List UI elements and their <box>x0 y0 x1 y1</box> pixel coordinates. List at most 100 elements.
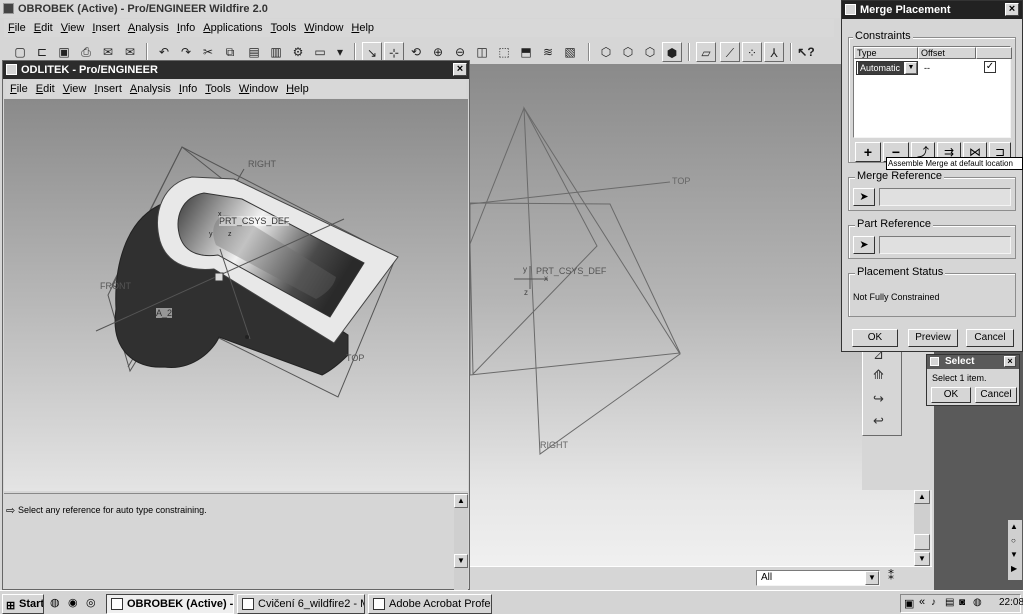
menu-file[interactable]: File <box>10 80 28 98</box>
cut-icon[interactable]: ✂ <box>198 42 218 62</box>
chevron-down-icon[interactable]: ▼ <box>865 571 879 585</box>
menu-file[interactable]: File <box>8 19 26 37</box>
quick-launch-media-icon[interactable]: ◉ <box>68 596 78 609</box>
menu-applications[interactable]: Applications <box>203 19 262 37</box>
undo-icon[interactable]: ↶ <box>154 42 174 62</box>
ok-button[interactable]: OK <box>852 329 898 347</box>
orient-icon[interactable]: ⟲ <box>406 42 426 62</box>
traffic-icon[interactable]: ⁑ <box>888 569 894 583</box>
scroll-up-arrow[interactable]: ▲ <box>1010 522 1018 531</box>
menu-tools[interactable]: Tools <box>271 19 297 37</box>
scroll-up-arrow[interactable]: ▲ <box>914 490 930 504</box>
dropdown-icon[interactable]: ▾ <box>332 42 348 62</box>
context-help-icon[interactable]: ↖? <box>796 42 816 62</box>
message-scrollbar[interactable]: ▲ ▼ <box>454 494 468 590</box>
menu-analysis[interactable]: Analysis <box>130 80 171 98</box>
menu-window[interactable]: Window <box>239 80 278 98</box>
layers-icon[interactable]: ≋ <box>538 42 558 62</box>
cancel-button[interactable]: Cancel <box>966 329 1014 347</box>
open-icon[interactable]: ⊏ <box>32 42 52 62</box>
menu-info[interactable]: Info <box>179 80 197 98</box>
tray-clock[interactable]: 22:08 <box>999 597 1023 608</box>
task-obrobek[interactable]: OBROBEK (Active) - Pr... <box>106 594 234 614</box>
scroll-down-arrow[interactable]: ▼ <box>914 552 930 566</box>
scroll-up-arrow[interactable]: ▲ <box>454 494 468 508</box>
menu-edit[interactable]: Edit <box>34 19 53 37</box>
close-icon[interactable]: × <box>1004 356 1016 367</box>
no-hidden-icon[interactable]: ⬡ <box>640 42 660 62</box>
menu-help[interactable]: Help <box>351 19 374 37</box>
menu-tools[interactable]: Tools <box>205 80 231 98</box>
email-icon[interactable]: ✉ <box>98 42 118 62</box>
main-graphics-area[interactable]: TOP RIGHT PRT_CSYS_DEF y x z <box>470 64 862 490</box>
datum-point-tool-icon[interactable]: ↩ <box>873 413 884 429</box>
tray-security-icon[interactable]: ◙ <box>959 597 965 608</box>
select-cancel-button[interactable]: Cancel <box>975 387 1017 403</box>
redo-icon[interactable]: ↷ <box>176 42 196 62</box>
email-link-icon[interactable]: ✉ <box>120 42 140 62</box>
print-icon[interactable]: ⎙ <box>76 42 96 62</box>
saved-views-icon[interactable]: ⬒ <box>516 42 536 62</box>
new-icon[interactable]: ▢ <box>10 42 30 62</box>
tray-update-icon[interactable]: ◍ <box>973 597 982 608</box>
view-manager-icon[interactable]: ▧ <box>560 42 580 62</box>
column-header-type[interactable]: Type <box>854 47 918 59</box>
chevron-down-icon[interactable]: ▼ <box>905 62 917 74</box>
menu-view[interactable]: View <box>63 80 87 98</box>
hidden-line-icon[interactable]: ⬡ <box>618 42 638 62</box>
merge-reference-field[interactable] <box>879 188 1011 206</box>
merge-placement-title-bar[interactable]: Merge Placement × <box>842 1 1022 19</box>
menu-view[interactable]: View <box>61 19 85 37</box>
background-window-scrollbar[interactable]: ▲ ○ ▼ ▶ <box>1008 520 1022 580</box>
repaint-icon[interactable]: ↘ <box>362 42 382 62</box>
refit-icon[interactable]: ◫ <box>472 42 492 62</box>
zoom-in-icon[interactable]: ⊕ <box>428 42 448 62</box>
find-icon[interactable]: ▭ <box>310 42 330 62</box>
constraint-type-select[interactable]: Automatic ▼ <box>856 61 918 75</box>
tray-sound-icon[interactable]: ♪ <box>931 597 936 608</box>
main-title-bar[interactable]: OBROBEK (Active) - Pro/ENGINEER Wildfire… <box>0 0 934 18</box>
scroll-thumb[interactable] <box>914 534 930 550</box>
constraints-table[interactable]: Type Offset Automatic ▼ -- ✓ <box>853 46 1012 138</box>
paste-special-icon[interactable]: ▥ <box>266 42 286 62</box>
datum-curve-tool-icon[interactable]: ↪ <box>873 391 884 407</box>
quick-launch-browser-icon[interactable]: ◍ <box>50 596 60 609</box>
part-reference-field[interactable] <box>879 236 1011 254</box>
quick-launch-explorer-icon[interactable]: ◎ <box>86 596 96 609</box>
shading-icon[interactable]: ⬢ <box>662 42 682 62</box>
datum-axes-icon[interactable]: ⟋ <box>720 42 740 62</box>
add-constraint-icon[interactable]: + <box>855 142 881 162</box>
save-icon[interactable]: ▣ <box>54 42 74 62</box>
column-header-offset[interactable]: Offset <box>918 47 976 59</box>
filter-select[interactable]: All ▼ <box>756 570 880 586</box>
tray-network-icon[interactable]: ▣ <box>904 597 914 610</box>
tray-chevron[interactable]: « <box>919 596 925 608</box>
datum-planes-icon[interactable]: ▱ <box>696 42 716 62</box>
menu-info[interactable]: Info <box>177 19 195 37</box>
coord-sys-icon[interactable]: ⅄ <box>764 42 784 62</box>
part-reference-select-arrow[interactable]: ➤ <box>853 236 875 254</box>
preview-button[interactable]: Preview <box>908 329 958 347</box>
constraint-enabled-checkbox[interactable]: ✓ <box>984 61 996 73</box>
start-button[interactable]: ⊞ Start <box>2 594 44 614</box>
regenerate-icon[interactable]: ⚙ <box>288 42 308 62</box>
odlitek-title-bar[interactable]: ODLITEK - Pro/ENGINEER × <box>3 61 469 79</box>
close-icon[interactable]: × <box>1005 3 1019 16</box>
menu-insert[interactable]: Insert <box>92 19 120 37</box>
task-word-document[interactable]: Cvičení 6_wildfire2 - Micr... <box>237 594 365 614</box>
datum-axis-tool-icon[interactable]: ⟰ <box>873 367 884 383</box>
scroll-down-arrow[interactable]: ▼ <box>1010 550 1018 559</box>
zoom-out-icon[interactable]: ⊖ <box>450 42 470 62</box>
odlitek-graphics-area[interactable]: RIGHT FRONT TOP PRT_CSYS_DEF A_2 x y z <box>4 99 468 491</box>
reorient-icon[interactable]: ⬚ <box>494 42 514 62</box>
copy-icon[interactable]: ⧉ <box>220 42 240 62</box>
close-icon[interactable]: × <box>453 63 467 76</box>
tray-display-icon[interactable]: ▤ <box>945 597 954 608</box>
main-vscrollbar[interactable]: ▲ ▼ <box>914 490 930 566</box>
datum-points-icon[interactable]: ⁘ <box>742 42 762 62</box>
menu-help[interactable]: Help <box>286 80 309 98</box>
select-ok-button[interactable]: OK <box>931 387 971 403</box>
menu-analysis[interactable]: Analysis <box>128 19 169 37</box>
menu-edit[interactable]: Edit <box>36 80 55 98</box>
menu-insert[interactable]: Insert <box>94 80 122 98</box>
